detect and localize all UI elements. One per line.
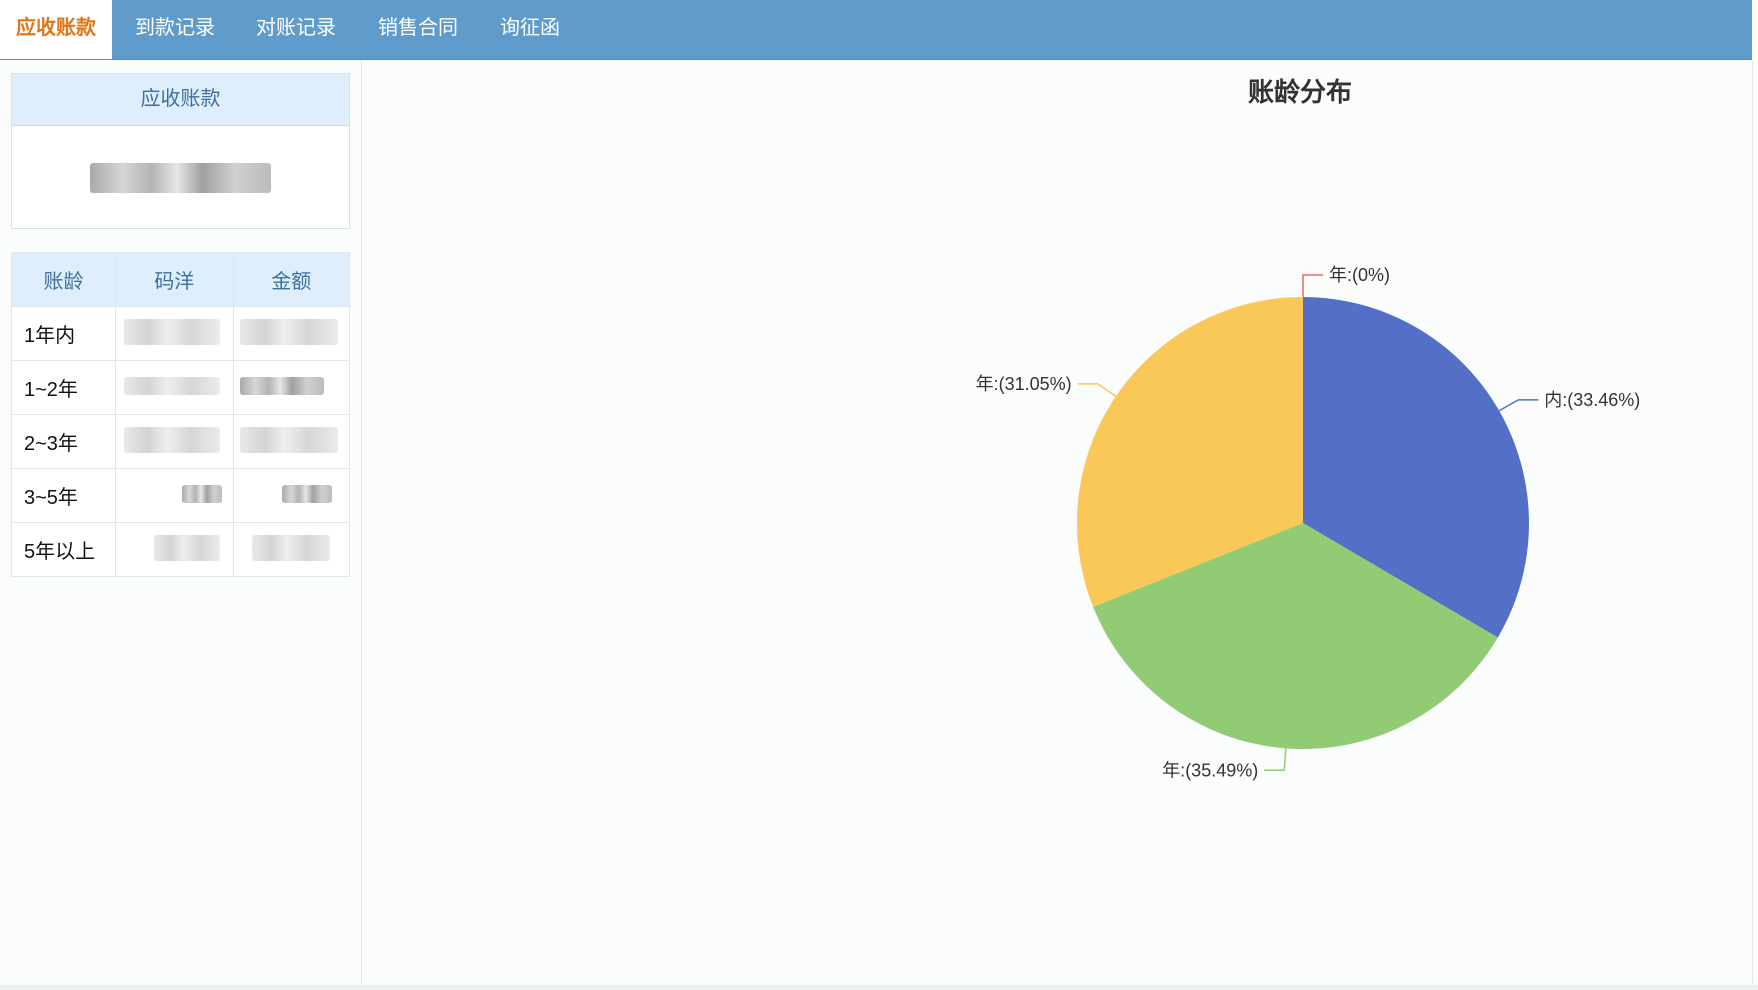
receivables-summary-value <box>12 126 349 228</box>
right-edge-divider <box>1752 60 1753 985</box>
receivables-summary-panel: 应收账款 <box>11 73 350 229</box>
tab-payment-records[interactable]: 到款记录 <box>135 0 215 59</box>
code-price-cell <box>115 306 234 361</box>
tab-receivables[interactable]: 应收账款 <box>0 0 112 59</box>
amount-cell <box>232 522 351 577</box>
age-cell: 1~2年 <box>10 360 117 415</box>
aging-pie-chart: 年:(0%) 内:(33.46%) 年:(35.49%) 年:(31.05%) <box>976 265 1641 780</box>
age-cell: 5年以上 <box>10 522 117 577</box>
amount-cell <box>232 360 351 415</box>
amount-cell <box>232 414 351 469</box>
table-row: 5年以上 <box>10 522 351 577</box>
redacted-value <box>182 485 223 503</box>
aging-table-header-row: 账龄 码洋 金额 <box>10 252 351 307</box>
pie-label: 年:(35.49%) <box>1162 760 1258 780</box>
aging-table: 账龄 码洋 金额 1年内 1~2年 2~3年 3~5年 5年以上 <box>10 252 351 577</box>
tab-bar: 应收账款 到款记录 对账记录 销售合同 询征函 <box>0 0 1752 60</box>
redacted-value <box>251 535 330 561</box>
code-price-cell <box>115 360 234 415</box>
header-code-price: 码洋 <box>115 252 234 307</box>
pie-label-line <box>1498 399 1539 412</box>
table-row: 3~5年 <box>10 468 351 523</box>
bottom-border <box>0 985 1758 990</box>
pie-label: 年:(31.05%) <box>976 374 1072 394</box>
table-row: 2~3年 <box>10 414 351 469</box>
redacted-total-amount <box>90 163 271 193</box>
table-row: 1年内 <box>10 306 351 361</box>
redacted-value <box>281 485 332 503</box>
code-price-cell <box>115 414 234 469</box>
pie-label-line <box>1264 748 1287 772</box>
redacted-value <box>124 427 221 453</box>
redacted-value <box>239 427 338 453</box>
code-price-cell <box>115 468 234 523</box>
age-cell: 3~5年 <box>10 468 117 523</box>
amount-cell <box>232 468 351 523</box>
tab-sales-contracts[interactable]: 销售合同 <box>378 0 458 59</box>
redacted-value <box>239 377 324 395</box>
redacted-value <box>154 535 221 561</box>
redacted-value <box>124 319 221 345</box>
pie-label-line <box>1077 383 1117 397</box>
header-amount: 金额 <box>232 252 351 307</box>
pie-label: 内:(33.46%) <box>1544 390 1640 410</box>
amount-cell <box>232 306 351 361</box>
age-cell: 1年内 <box>10 306 117 361</box>
pie-label-line <box>1302 274 1323 297</box>
table-row: 1~2年 <box>10 360 351 415</box>
age-cell: 2~3年 <box>10 414 117 469</box>
tab-confirmation-letters[interactable]: 询征函 <box>500 0 560 59</box>
redacted-value <box>239 319 338 345</box>
code-price-cell <box>115 522 234 577</box>
pie-label: 年:(0%) <box>1329 265 1390 285</box>
header-age: 账龄 <box>10 252 117 307</box>
tab-reconciliation-records[interactable]: 对账记录 <box>256 0 336 59</box>
redacted-value <box>124 377 221 395</box>
receivables-summary-title: 应收账款 <box>12 74 349 126</box>
